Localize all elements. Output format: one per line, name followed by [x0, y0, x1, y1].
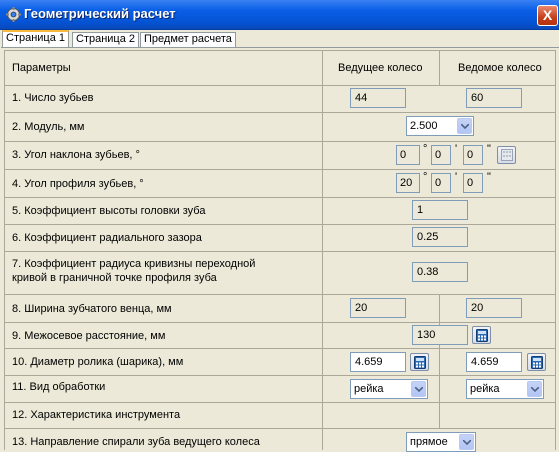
grid-line [4, 141, 556, 142]
chevron-down-icon[interactable] [459, 434, 474, 450]
driving-face-width-field[interactable]: 20 [350, 298, 406, 318]
driven-roller-calculator-button[interactable] [527, 353, 546, 371]
center-distance-calculator-button[interactable] [472, 326, 491, 344]
keypad-icon [501, 149, 513, 161]
grid-line [4, 428, 556, 429]
row-fillet-radius-label-line1: 7. Коэффициент радиуса кривизны переходн… [12, 258, 256, 270]
center-distance-field[interactable]: 130 [412, 325, 468, 345]
clearance-coefficient-field[interactable]: 0.25 [412, 227, 468, 247]
grid-line [439, 294, 440, 429]
header-driving-wheel: Ведущее колесо [338, 62, 423, 74]
window-title: Геометрический расчет [24, 6, 176, 21]
header-parameters: Параметры [12, 62, 71, 74]
tab-page-2[interactable]: Страница 2 [72, 32, 140, 47]
header-driven-wheel: Ведомое колесо [458, 62, 542, 74]
driving-machining-type-value: рейка [354, 383, 384, 395]
profile-angle-seconds-field[interactable]: 0 [463, 173, 483, 193]
tab-strip: Страница 1 Страница 2 Предмет расчета [0, 30, 559, 48]
driving-teeth-count-field[interactable]: 44 [350, 88, 406, 108]
grid-line [4, 348, 556, 349]
tab-calculation-subject[interactable]: Предмет расчета [140, 32, 236, 47]
row-teeth-count-label: 1. Число зубьев [12, 92, 94, 104]
driving-machining-type-select[interactable]: рейка [350, 379, 428, 399]
calculator-icon [531, 356, 543, 369]
tab-page-1[interactable]: Страница 1 [2, 30, 70, 48]
module-select[interactable]: 2.500 [406, 116, 474, 136]
profile-angle-minutes-field[interactable]: 0 [431, 173, 451, 193]
grid-line [322, 50, 323, 450]
row-spiral-direction-label: 13. Направление спирали зуба ведущего ко… [12, 436, 260, 448]
grid-line [555, 50, 556, 450]
row-clearance-coefficient-label: 6. Коэффициент радиального зазора [12, 232, 202, 244]
addendum-coefficient-field[interactable]: 1 [412, 200, 468, 220]
helix-angle-seconds-field[interactable]: 0 [463, 145, 483, 165]
spiral-direction-select[interactable]: прямое [406, 432, 476, 452]
calculator-icon [476, 329, 488, 342]
helix-angle-degrees-field[interactable]: 0 [396, 145, 420, 165]
row-profile-angle-label: 4. Угол профиля зубьев, ° [12, 178, 144, 190]
grid-line [4, 224, 556, 225]
driven-teeth-count-field[interactable]: 60 [466, 88, 522, 108]
row-helix-angle-label: 3. Угол наклона зубьев, ° [12, 149, 140, 161]
profile-angle-degrees-field[interactable]: 20 [396, 173, 420, 193]
grid-line [4, 375, 556, 376]
driven-machining-type-select[interactable]: рейка [466, 379, 544, 399]
degree-symbol: ° [423, 143, 428, 155]
driving-roller-diameter-field[interactable]: 4.659 [350, 352, 406, 372]
degree-symbol: ° [423, 171, 428, 183]
grid-line [4, 294, 556, 295]
grid-line [4, 85, 556, 86]
fillet-radius-coefficient-field[interactable]: 0.38 [412, 262, 468, 282]
second-symbol: " [487, 143, 491, 155]
row-addendum-coefficient-label: 5. Коэффициент высоты головки зуба [12, 205, 206, 217]
row-roller-diameter-label: 10. Диаметр ролика (шарика), мм [12, 356, 184, 368]
chevron-down-icon[interactable] [457, 118, 472, 134]
driven-face-width-field[interactable]: 20 [466, 298, 522, 318]
row-fillet-radius-label-line2: кривой в граничной точке профиля зуба [12, 272, 217, 284]
helix-angle-minutes-field[interactable]: 0 [431, 145, 451, 165]
gear-app-icon [6, 7, 21, 22]
grid-line [439, 50, 440, 86]
grid-line [4, 197, 556, 198]
module-value: 2.500 [410, 120, 438, 132]
driven-machining-type-value: рейка [470, 383, 500, 395]
row-face-width-label: 8. Ширина зубчатого венца, мм [12, 303, 172, 315]
grid-line [4, 251, 556, 252]
grid-line [4, 169, 556, 170]
row-machining-type-label: 11. Вид обработки [12, 381, 106, 393]
chevron-down-icon[interactable] [411, 381, 426, 397]
close-button[interactable]: X [537, 5, 558, 26]
window-titlebar[interactable]: Геометрический расчет X [0, 0, 559, 30]
row-tool-characteristics-label: 12. Характеристика инструмента [12, 409, 181, 421]
second-symbol: " [487, 171, 491, 183]
minute-symbol: ' [455, 143, 458, 155]
grid-line [4, 322, 556, 323]
minute-symbol: ' [455, 171, 458, 183]
grid-line [4, 112, 556, 113]
spiral-direction-value: прямое [410, 436, 448, 448]
grid-line [4, 402, 556, 403]
helix-angle-keypad-button[interactable] [497, 146, 516, 164]
row-center-distance-label: 9. Межосевое расстояние, мм [12, 330, 166, 342]
grid-line [4, 50, 5, 450]
row-module-label: 2. Модуль, мм [12, 121, 85, 133]
driving-roller-calculator-button[interactable] [410, 353, 429, 371]
calculator-icon [414, 356, 426, 369]
chevron-down-icon[interactable] [527, 381, 542, 397]
driven-roller-diameter-field[interactable]: 4.659 [466, 352, 522, 372]
grid-line [4, 50, 556, 51]
